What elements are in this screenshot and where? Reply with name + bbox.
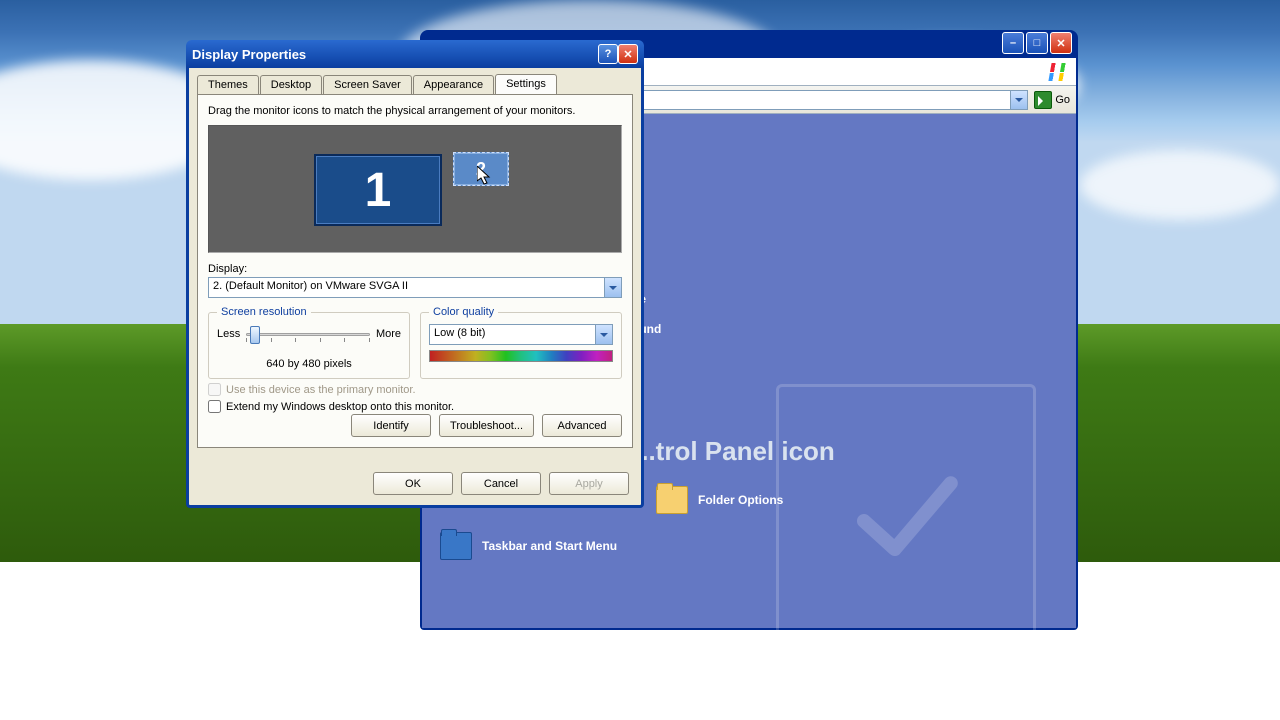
monitor-2-icon[interactable]: 2: [453, 152, 509, 186]
display-label: Display:: [208, 263, 622, 275]
tab-appearance[interactable]: Appearance: [413, 75, 494, 95]
advanced-button[interactable]: Advanced: [542, 414, 622, 437]
tab-screen-saver[interactable]: Screen Saver: [323, 75, 412, 95]
resolution-value: 640 by 480 pixels: [217, 358, 401, 370]
monitor-1-icon[interactable]: 1: [314, 154, 442, 226]
extend-desktop-checkbox[interactable]: Extend my Windows desktop onto this moni…: [208, 400, 622, 413]
category-heading: ...trol Panel icon: [634, 436, 835, 467]
color-quality-legend: Color quality: [429, 306, 498, 318]
item-label: Taskbar and Start Menu: [482, 539, 617, 553]
troubleshoot-button[interactable]: Troubleshoot...: [439, 414, 534, 437]
chevron-down-icon: [595, 325, 612, 344]
color-spectrum-icon: [429, 350, 613, 362]
go-button[interactable]: Go: [1034, 91, 1070, 109]
extend-checkbox-label: Extend my Windows desktop onto this moni…: [226, 401, 454, 413]
color-quality-select[interactable]: Low (8 bit): [429, 324, 613, 345]
tab-settings[interactable]: Settings: [495, 74, 557, 94]
apply-button[interactable]: Apply: [549, 472, 629, 495]
folder-icon: [656, 486, 688, 514]
item-label: Folder Options: [698, 493, 783, 507]
identify-button[interactable]: Identify: [351, 414, 431, 437]
close-button[interactable]: ✕: [618, 44, 638, 64]
primary-checkbox-label: Use this device as the primary monitor.: [226, 384, 416, 396]
primary-monitor-checkbox: Use this device as the primary monitor.: [208, 383, 622, 396]
cancel-button[interactable]: Cancel: [461, 472, 541, 495]
display-properties-dialog: Display Properties ? ✕ Themes Desktop Sc…: [186, 40, 644, 508]
color-quality-value: Low (8 bit): [434, 327, 485, 339]
instruction-text: Drag the monitor icons to match the phys…: [208, 105, 622, 117]
display-value: 2. (Default Monitor) on VMware SVGA II: [213, 280, 408, 292]
ok-button[interactable]: OK: [373, 472, 453, 495]
tab-themes[interactable]: Themes: [197, 75, 259, 95]
display-select[interactable]: 2. (Default Monitor) on VMware SVGA II: [208, 277, 622, 298]
taskbar-icon: [440, 532, 472, 560]
dialog-titlebar[interactable]: Display Properties ? ✕: [186, 40, 644, 68]
slider-less-label: Less: [217, 328, 240, 340]
color-quality-group: Color quality Low (8 bit): [420, 306, 622, 379]
maximize-button[interactable]: □: [1026, 32, 1048, 54]
primary-checkbox-input: [208, 383, 221, 396]
help-button[interactable]: ?: [598, 44, 618, 64]
resolution-slider[interactable]: [246, 324, 370, 344]
cp-item-folder-options[interactable]: Folder Options: [656, 486, 783, 514]
tab-desktop[interactable]: Desktop: [260, 75, 322, 95]
tab-strip: Themes Desktop Screen Saver Appearance S…: [189, 68, 641, 94]
minimize-button[interactable]: –: [1002, 32, 1024, 54]
go-label: Go: [1055, 94, 1070, 106]
dialog-title: Display Properties: [192, 47, 306, 62]
go-arrow-icon: [1034, 91, 1052, 109]
address-dropdown-icon[interactable]: [1010, 91, 1027, 109]
monitor-arrangement-area[interactable]: 1 2: [208, 125, 622, 253]
close-button[interactable]: ✕: [1050, 32, 1072, 54]
control-panel-watermark-icon: [776, 384, 1036, 644]
resolution-legend: Screen resolution: [217, 306, 311, 318]
settings-panel: Drag the monitor icons to match the phys…: [197, 94, 633, 448]
extend-checkbox-input[interactable]: [208, 400, 221, 413]
cp-item-taskbar[interactable]: Taskbar and Start Menu: [440, 532, 617, 560]
chevron-down-icon: [604, 278, 621, 297]
windows-flag-icon: [1048, 63, 1071, 81]
slider-more-label: More: [376, 328, 401, 340]
screen-resolution-group: Screen resolution Less More 640 by 480 p…: [208, 306, 410, 379]
